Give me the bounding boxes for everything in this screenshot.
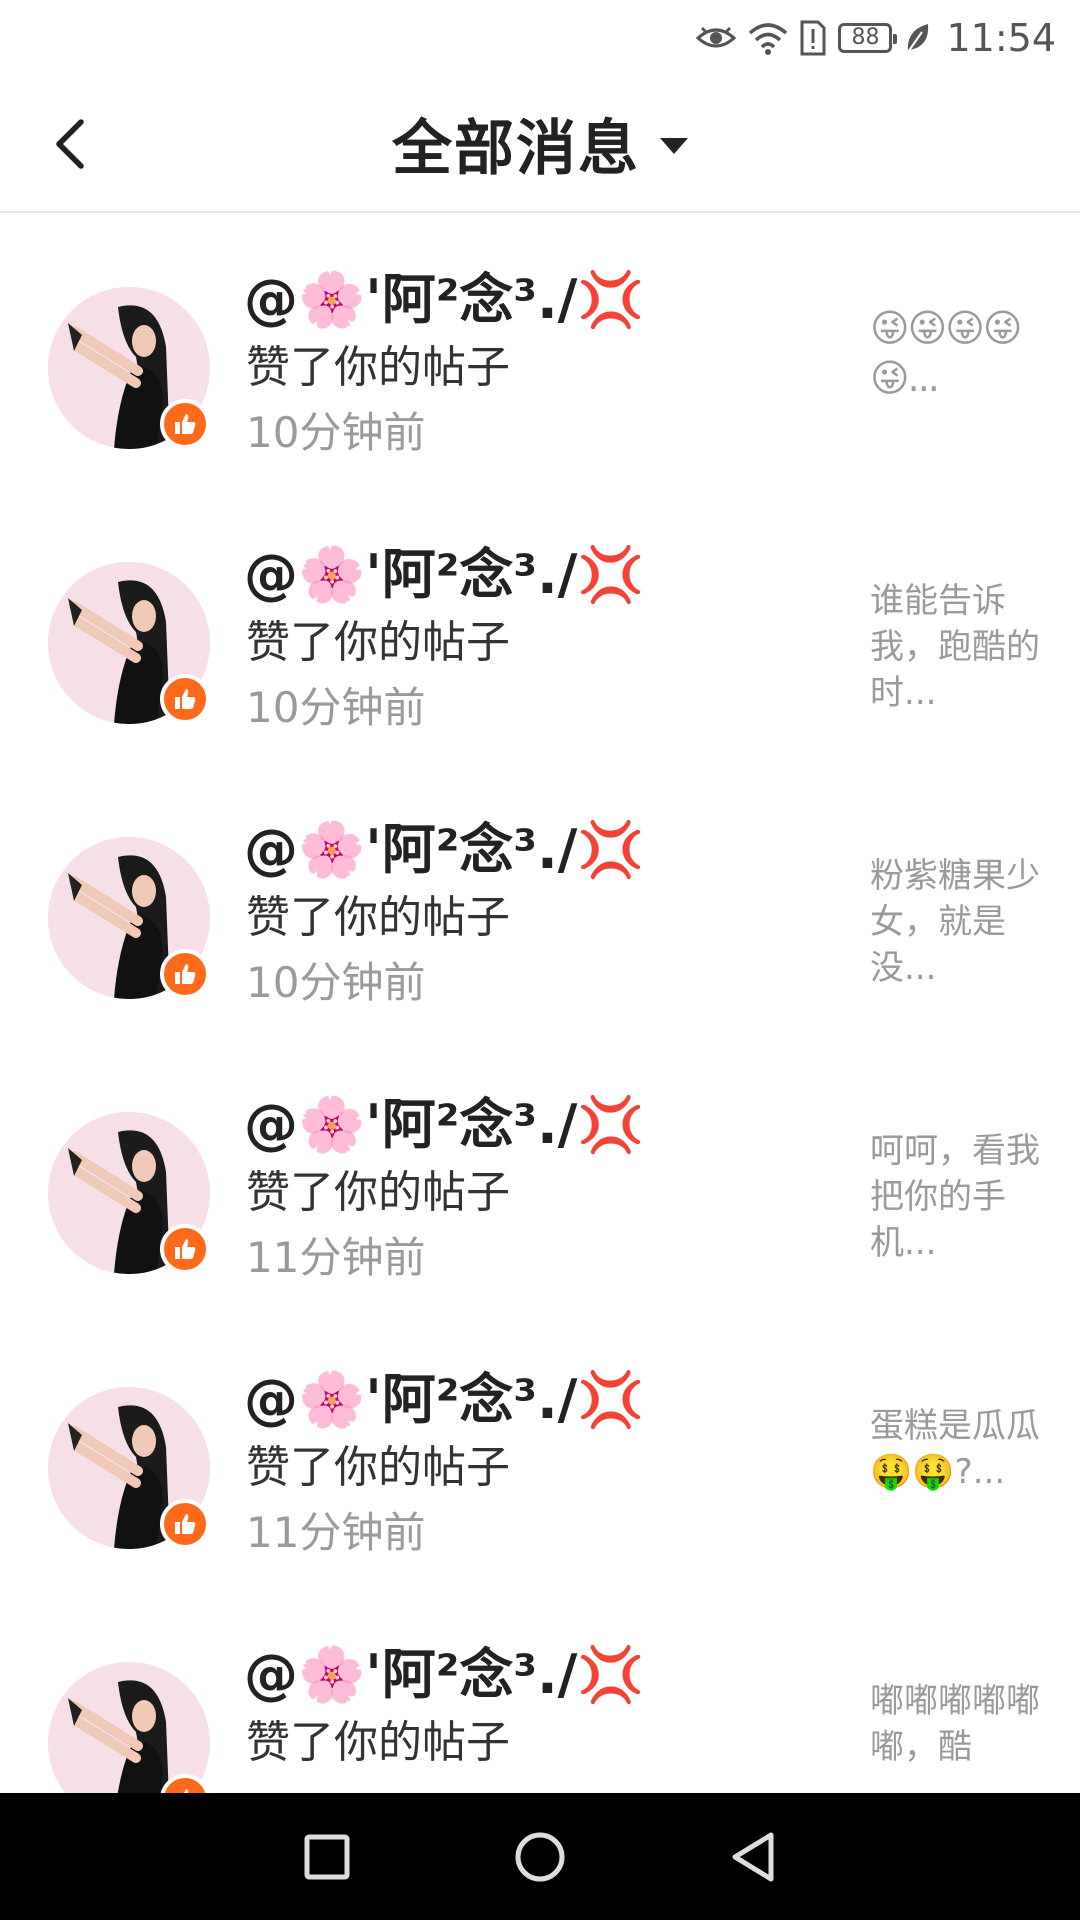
status-bar: 88 11:54 (0, 0, 1080, 75)
list-item[interactable]: @🌸'阿²念³./💢 赞了你的帖子 嘟嘟嘟嘟嘟嘟，酷 (0, 1618, 1080, 1793)
leaf-icon (904, 22, 930, 54)
timestamp: 10分钟前 (246, 958, 426, 1007)
cut-off-text: ··· ··· (260, 213, 378, 231)
navigation-bar (0, 1793, 1080, 1920)
action-text: 赞了你的帖子 (246, 1717, 510, 1768)
nickname[interactable]: @🌸'阿²念³./💢 (244, 530, 645, 609)
header: 全部消息 (0, 75, 1080, 213)
recents-square-icon (304, 1834, 350, 1879)
status-time: 11:54 (946, 15, 1056, 60)
thumbs-up-icon (160, 399, 210, 449)
eye-icon (696, 24, 737, 52)
timestamp: 10分钟前 (246, 683, 426, 732)
action-text: 赞了你的帖子 (246, 1167, 510, 1218)
message-list[interactable]: ··· ··· @🌸'阿²念³./💢 赞了你的帖子 10分钟前 😜😜😜😜😜... (0, 213, 1080, 1793)
post-preview[interactable]: 蛋糕是瓜瓜🤑🤑?... (870, 1403, 1040, 1495)
thumbs-up-icon (160, 1224, 210, 1274)
post-preview[interactable]: 嘟嘟嘟嘟嘟嘟，酷 (870, 1678, 1040, 1770)
nickname-text: @🌸'阿²念³./ (244, 1093, 578, 1156)
title-dropdown[interactable]: 全部消息 (0, 75, 1080, 211)
action-text: 赞了你的帖子 (246, 617, 510, 668)
list-item[interactable]: @🌸'阿²念³./💢 赞了你的帖子 10分钟前 粉紫糖果少女，就是没... (0, 793, 1080, 1068)
nickname[interactable]: @🌸'阿²念³./💢 (244, 255, 645, 334)
battery-icon: 88 (838, 22, 898, 53)
back-nav-button[interactable] (723, 1827, 783, 1887)
avatar[interactable] (48, 1112, 210, 1274)
avatar[interactable] (48, 562, 210, 724)
home-button[interactable] (510, 1827, 570, 1887)
avatar[interactable] (48, 1662, 210, 1793)
timestamp: 11分钟前 (246, 1233, 426, 1282)
list-item[interactable]: @🌸'阿²念³./💢 赞了你的帖子 10分钟前 😜😜😜😜😜... (0, 243, 1080, 518)
post-preview[interactable]: 粉紫糖果少女，就是没... (870, 853, 1040, 991)
thumbs-up-icon (160, 1499, 210, 1549)
recents-button[interactable] (297, 1827, 357, 1887)
avatar[interactable] (48, 837, 210, 999)
list-item[interactable]: @🌸'阿²念³./💢 赞了你的帖子 10分钟前 谁能告诉我，跑酷的时... (0, 518, 1080, 793)
nickname-text: @🌸'阿²念³./ (244, 1643, 578, 1706)
anger-emoji: 💢 (577, 818, 645, 881)
back-triangle-icon (732, 1832, 774, 1881)
anger-emoji: 💢 (577, 1368, 645, 1431)
nickname-text: @🌸'阿²念³./ (244, 543, 578, 606)
page-title: 全部消息 (392, 113, 640, 184)
nickname[interactable]: @🌸'阿²念³./💢 (244, 805, 645, 884)
timestamp: 11分钟前 (246, 1508, 426, 1557)
nickname[interactable]: @🌸'阿²念³./💢 (244, 1080, 645, 1159)
post-preview[interactable]: 呵呵，看我把你的手机... (870, 1128, 1040, 1266)
sim-alert-icon (800, 20, 826, 56)
anger-emoji: 💢 (577, 1093, 645, 1156)
action-text: 赞了你的帖子 (246, 892, 510, 943)
action-text: 赞了你的帖子 (246, 1442, 510, 1493)
thumbs-up-icon (160, 674, 210, 724)
avatar[interactable] (48, 287, 210, 449)
action-text: 赞了你的帖子 (246, 342, 510, 393)
post-preview[interactable]: 谁能告诉我，跑酷的时... (870, 578, 1040, 716)
anger-emoji: 💢 (577, 268, 645, 331)
nickname[interactable]: @🌸'阿²念³./💢 (244, 1630, 645, 1709)
anger-emoji: 💢 (577, 543, 645, 606)
timestamp: 10分钟前 (246, 408, 426, 457)
nickname-text: @🌸'阿²念³./ (244, 818, 578, 881)
anger-emoji: 💢 (577, 1643, 645, 1706)
nickname-text: @🌸'阿²念³./ (244, 268, 578, 331)
avatar[interactable] (48, 1387, 210, 1549)
caret-down-icon (660, 138, 688, 154)
thumbs-up-icon (160, 949, 210, 999)
home-circle-icon (515, 1832, 565, 1881)
nickname-text: @🌸'阿²念³./ (244, 1368, 578, 1431)
list-item[interactable]: @🌸'阿²念³./💢 赞了你的帖子 11分钟前 蛋糕是瓜瓜🤑🤑?... (0, 1343, 1080, 1618)
nickname[interactable]: @🌸'阿²念³./💢 (244, 1355, 645, 1434)
list-item[interactable]: @🌸'阿²念³./💢 赞了你的帖子 11分钟前 呵呵，看我把你的手机... (0, 1068, 1080, 1343)
wifi-icon (748, 21, 788, 55)
post-preview[interactable]: 😜😜😜😜😜... (870, 303, 1040, 403)
